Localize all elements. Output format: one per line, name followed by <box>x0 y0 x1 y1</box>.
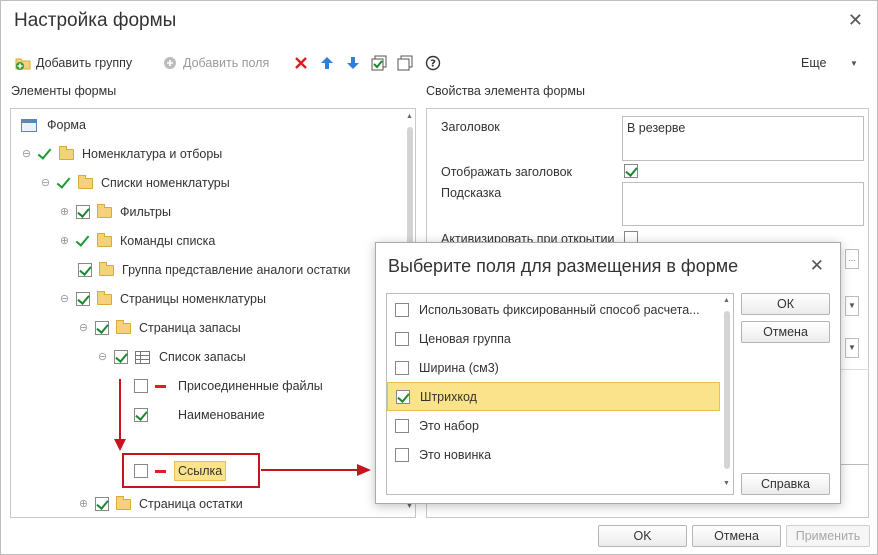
checkbox[interactable] <box>395 418 409 433</box>
fields-list: Использовать фиксированный способ расчет… <box>386 293 734 495</box>
scroll-up-icon[interactable]: ▲ <box>723 297 730 304</box>
list-item-label: Использовать фиксированный способ расчет… <box>419 302 700 317</box>
arrow-down-head <box>114 439 126 451</box>
list-item-label: Ширина (см3) <box>419 360 499 375</box>
list-item[interactable]: Это набор <box>387 411 720 440</box>
list-item-label: Это набор <box>419 418 479 433</box>
checkbox[interactable] <box>395 447 409 462</box>
arrow-right-head <box>357 464 371 476</box>
dialog-close-icon[interactable]: ✕ <box>810 256 824 276</box>
checkbox[interactable] <box>396 389 410 404</box>
select-fields-dialog: Выберите поля для размещения в форме ✕ И… <box>375 242 841 504</box>
dialog-help-button[interactable]: Справка <box>741 473 830 495</box>
form-settings-window: Настройка формы ✕ Добавить группу Добави… <box>0 0 878 555</box>
dialog-title: Выберите поля для размещения в форме <box>388 256 739 276</box>
list-scrollbar[interactable]: ▲ ▼ <box>723 294 731 494</box>
list-item[interactable]: Ценовая группа <box>387 324 720 353</box>
list-item[interactable]: Это новинка <box>387 440 720 469</box>
dialog-ok-button[interactable]: ОК <box>741 293 830 315</box>
scroll-thumb[interactable] <box>724 311 730 469</box>
list-item[interactable]: Использовать фиксированный способ расчет… <box>387 295 720 324</box>
dialog-cancel-button[interactable]: Отмена <box>741 321 830 343</box>
checkbox[interactable] <box>395 331 409 346</box>
checkbox[interactable] <box>395 302 409 317</box>
list-item[interactable]: Ширина (см3) <box>387 353 720 382</box>
list-item-label: Штрихкод <box>420 389 477 404</box>
checkbox[interactable] <box>395 360 409 375</box>
list-item-label: Это новинка <box>419 447 492 462</box>
list-item-label: Ценовая группа <box>419 331 511 346</box>
scroll-down-icon[interactable]: ▼ <box>723 480 730 487</box>
list-item-selected[interactable]: Штрихкод <box>387 382 720 411</box>
